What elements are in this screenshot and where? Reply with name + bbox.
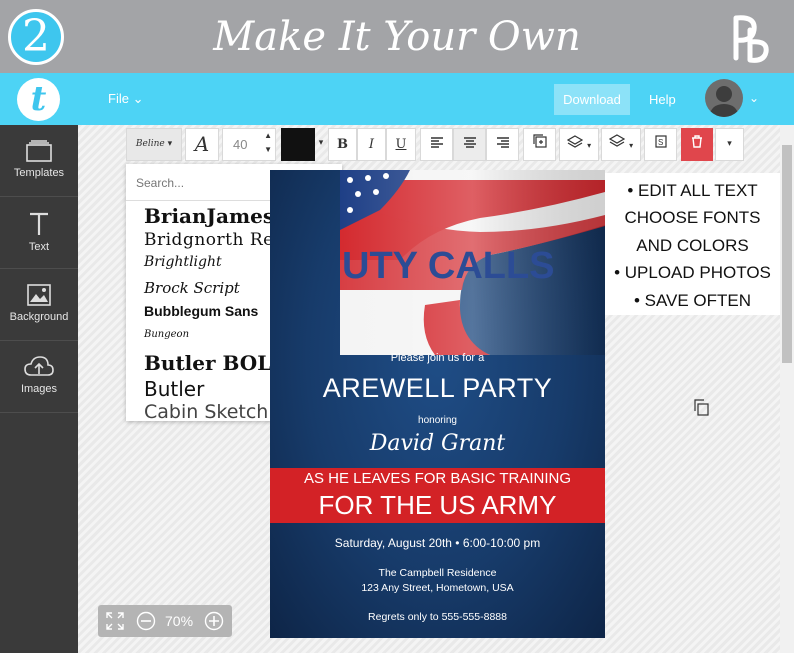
promo-banner: 2 Make It Your Own (0, 0, 794, 73)
instruction-line: AND COLORS (636, 235, 749, 255)
caret-down-icon: ▾ (629, 141, 634, 150)
sidebar-item-background[interactable]: Background (0, 269, 78, 341)
cloud-upload-icon (24, 356, 54, 376)
font-style-button[interactable]: A (185, 128, 219, 161)
align-center-button[interactable] (453, 128, 486, 161)
duplicate-button[interactable] (523, 128, 556, 161)
zoom-out-icon[interactable] (136, 611, 156, 631)
duty-calls-heading[interactable]: UTY CALLS (342, 244, 555, 288)
venue-line[interactable]: The Campbell Residence (270, 567, 605, 579)
left-sidebar: Templates Text Background Images (0, 125, 78, 653)
instructions-overlay: • EDIT ALL TEXT CHOOSE FONTS AND COLORS … (605, 173, 780, 315)
invite-line[interactable]: Please join us for a (270, 352, 605, 364)
font-option[interactable]: Brock Script (144, 278, 240, 298)
font-size-stepper[interactable]: 40 ▲ ▼ (222, 128, 276, 161)
arrange-button[interactable]: ▾ (559, 128, 599, 161)
color-caret-icon[interactable]: ▾ (315, 128, 327, 161)
italic-button[interactable]: I (357, 128, 386, 161)
font-search-input[interactable]: Search... (136, 176, 184, 190)
party-heading[interactable]: AREWELL PARTY (270, 373, 605, 404)
instruction-line: • EDIT ALL TEXT (627, 181, 758, 200)
copy-page-icon[interactable] (693, 399, 709, 416)
svg-text:S: S (658, 138, 663, 147)
bold-button[interactable]: B (328, 128, 357, 161)
stepper-arrows-icon[interactable]: ▲ ▼ (264, 129, 272, 157)
font-family-select[interactable]: Beline ▾ (126, 128, 182, 161)
delete-button[interactable] (681, 128, 713, 161)
honoring-line[interactable]: honoring (270, 415, 605, 426)
font-option[interactable]: Brightlight (144, 253, 222, 271)
banner-title: Make It Your Own (213, 14, 581, 60)
chevron-down-icon: ⌄ (132, 91, 144, 106)
brand-logo-icon (733, 15, 769, 63)
text-icon (30, 212, 48, 235)
more-options-button[interactable]: ▾ (715, 128, 744, 161)
zoom-level: 70% (165, 613, 194, 629)
text-color-swatch[interactable] (281, 128, 315, 161)
background-icon (27, 284, 51, 306)
align-left-icon (430, 137, 443, 148)
invitation-card[interactable]: UTY CALLS Please join us for a AREWELL P… (270, 170, 605, 638)
instruction-line: • UPLOAD PHOTOS (614, 263, 771, 283)
zoom-control: 70% (98, 605, 232, 637)
download-button[interactable]: Download (554, 84, 630, 115)
file-menu[interactable]: File ⌄ (108, 91, 143, 107)
sidebar-item-text[interactable]: Text (0, 197, 78, 269)
sidebar-item-templates[interactable]: Templates (0, 125, 78, 197)
instruction-line: CHOOSE FONTS (624, 208, 761, 228)
date-line[interactable]: Saturday, August 20th • 6:00-10:00 pm (270, 536, 605, 550)
align-right-button[interactable] (486, 128, 519, 161)
scroll-thumb[interactable] (782, 145, 792, 363)
user-icon (709, 86, 739, 117)
trash-icon (692, 135, 702, 148)
align-center-icon (463, 137, 476, 148)
page-icon: S (654, 135, 667, 148)
app-toolbar: t File ⌄ Download Help ⌄ (0, 73, 794, 125)
font-option[interactable]: Butler (144, 376, 204, 402)
align-left-button[interactable] (420, 128, 453, 161)
add-copy-icon (532, 134, 547, 148)
page-style-button[interactable]: S (644, 128, 677, 161)
training-line[interactable]: AS HE LEAVES FOR BASIC TRAINING (270, 470, 605, 487)
honoree-name[interactable]: David Grant (270, 430, 605, 458)
caret-down-icon: ▾ (587, 141, 592, 150)
align-right-icon (496, 137, 509, 148)
font-option[interactable]: Bubblegum Sans (144, 302, 258, 320)
templates-icon (26, 140, 52, 162)
instruction-line: • SAVE OFTEN (633, 290, 752, 310)
chevron-down-icon[interactable]: ⌄ (749, 91, 759, 105)
font-option[interactable]: BrianJames (144, 204, 274, 228)
caret-down-icon: ▾ (167, 139, 173, 149)
layer-stack-icon (608, 134, 626, 147)
army-line[interactable]: FOR THE US ARMY (270, 490, 605, 521)
fit-screen-icon[interactable] (106, 612, 124, 630)
sidebar-item-images[interactable]: Images (0, 341, 78, 413)
layers-icon (566, 135, 584, 148)
font-option[interactable]: Butler BOLD (144, 350, 289, 376)
zoom-in-icon[interactable] (204, 611, 224, 631)
user-avatar[interactable] (705, 79, 743, 117)
layers-button[interactable]: ▾ (601, 128, 641, 161)
help-link[interactable]: Help (649, 92, 676, 107)
underline-button[interactable]: U (386, 128, 416, 161)
font-option[interactable]: Bungeon (144, 328, 189, 342)
app-logo-icon[interactable]: t (17, 78, 60, 121)
address-line[interactable]: 123 Any Street, Hometown, USA (270, 582, 605, 594)
rsvp-line[interactable]: Regrets only to 555-555-8888 (270, 611, 605, 623)
font-option[interactable]: Cabin Sketch (144, 400, 268, 421)
canvas-scrollbar[interactable] (780, 125, 794, 653)
